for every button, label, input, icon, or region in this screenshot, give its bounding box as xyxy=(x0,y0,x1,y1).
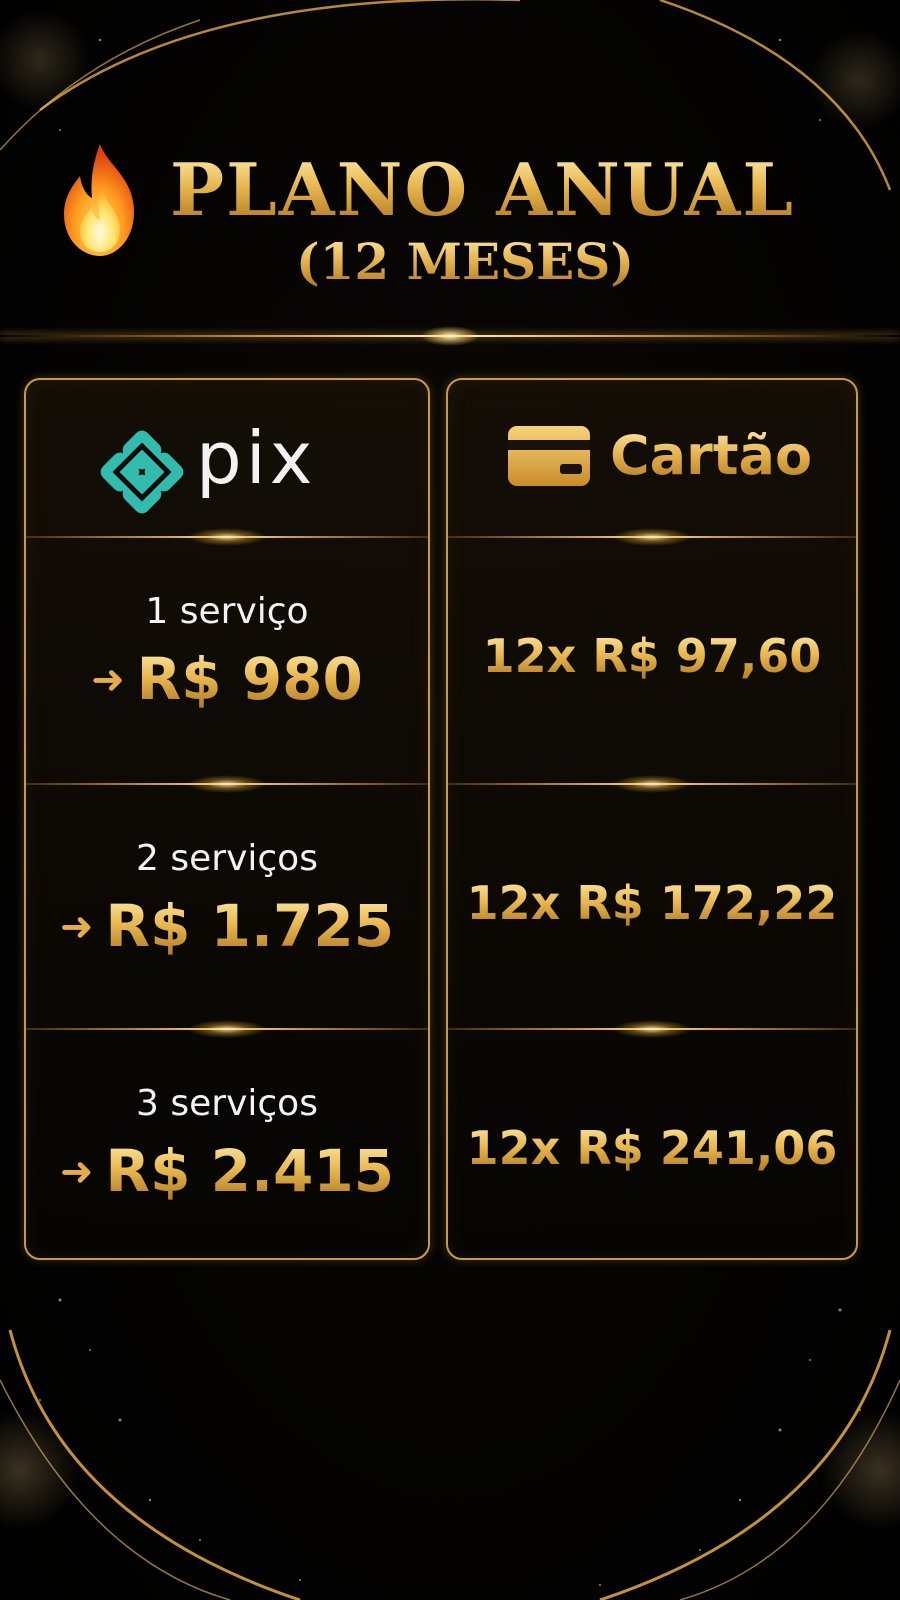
cartao-card: Cartão 12x R$ 97,60 12x R$ 172,22 12x R$… xyxy=(446,378,858,1260)
pix-row-2: 2 serviços ➜ R$ 1.725 xyxy=(26,775,428,1028)
pix-row-3: 3 serviços ➜ R$ 2.415 xyxy=(26,1020,428,1273)
divider-glow xyxy=(420,326,480,346)
credit-card-icon xyxy=(508,426,590,486)
arrow-right-icon: ➜ xyxy=(59,904,94,950)
installment-price: 12x R$ 172,22 xyxy=(448,875,856,931)
cartao-header: Cartão xyxy=(448,380,856,536)
pix-card: pix 1 serviço ➜ R$ 980 2 serviços ➜ R$ 1.7… xyxy=(24,378,430,1260)
title-block: PLANO ANUAL (12 MESES) xyxy=(0,120,900,320)
price-value: R$ 1.725 xyxy=(105,892,395,960)
service-count: 1 serviço xyxy=(145,591,309,632)
page-subtitle: (12 MESES) xyxy=(0,232,900,292)
installment-price: 12x R$ 241,06 xyxy=(448,1120,856,1176)
cartao-row-2: 12x R$ 172,22 xyxy=(448,775,856,1028)
service-count: 2 serviços xyxy=(136,838,318,879)
cartao-row-3: 12x R$ 241,06 xyxy=(448,1020,856,1273)
pix-header: pix xyxy=(26,380,428,536)
pix-logo-icon xyxy=(100,430,184,514)
price-value: R$ 980 xyxy=(136,645,363,713)
pix-row-1: 1 serviço ➜ R$ 980 xyxy=(26,528,428,781)
cartao-label: Cartão xyxy=(610,424,813,487)
installment-price: 12x R$ 97,60 xyxy=(448,628,856,684)
pix-price: ➜ R$ 2.415 xyxy=(26,1138,428,1205)
service-count: 3 serviços xyxy=(136,1083,318,1124)
arrow-right-icon: ➜ xyxy=(59,1149,94,1195)
cartao-row-1: 12x R$ 97,60 xyxy=(448,528,856,781)
pix-price: ➜ R$ 1.725 xyxy=(26,893,428,960)
arrow-right-icon: ➜ xyxy=(91,657,125,703)
pix-label: pix xyxy=(196,416,317,500)
pix-price: ➜ R$ 980 xyxy=(26,646,428,713)
page-title: PLANO ANUAL xyxy=(170,150,850,230)
price-value: R$ 2.415 xyxy=(105,1137,395,1205)
